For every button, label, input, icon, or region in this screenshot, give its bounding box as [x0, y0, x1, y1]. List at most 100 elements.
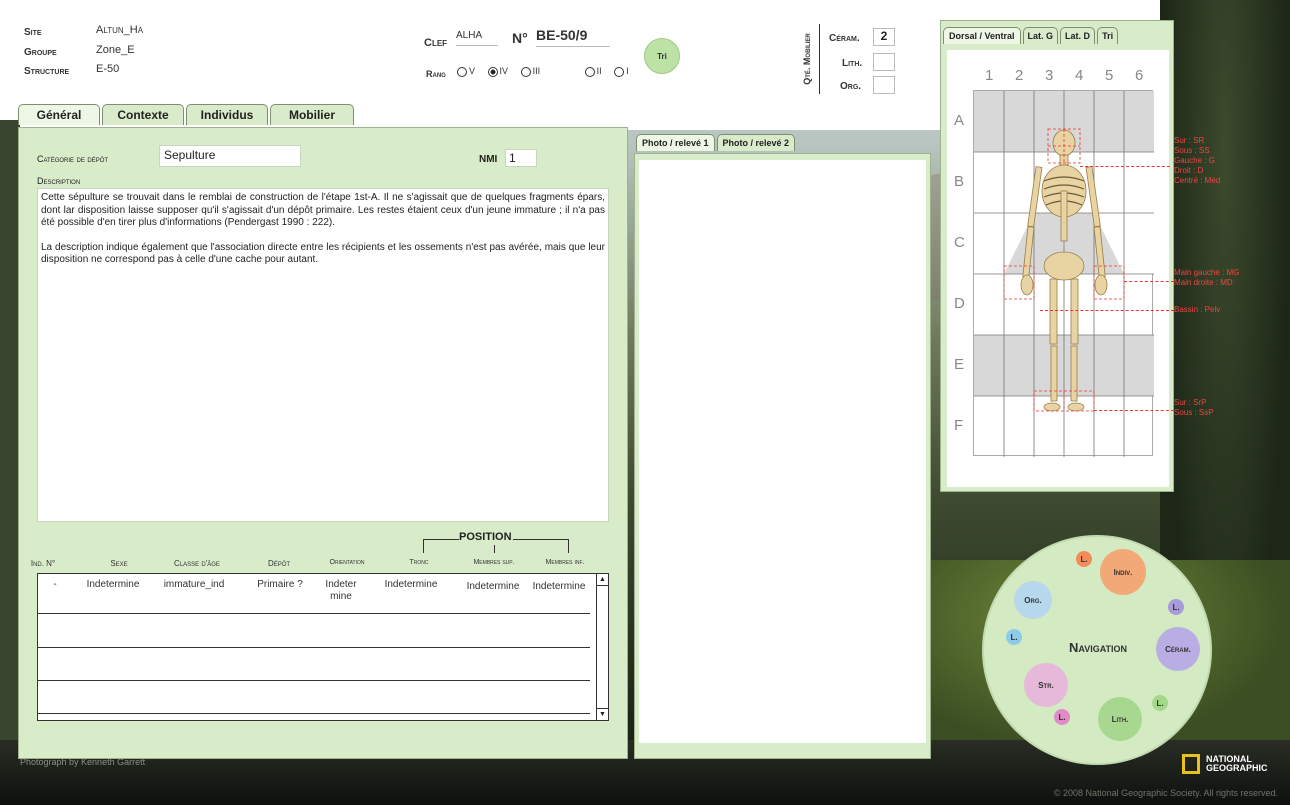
legend-leader-hands: [1124, 281, 1174, 282]
navigation-title: Navigation: [1069, 640, 1128, 655]
grid-col-3: 3: [1045, 67, 1054, 84]
individus-table-header: Ind. N° Sexe Classe d'âge Dépôt Orientat…: [19, 559, 629, 573]
individus-table: - Indetermine immature_ind Primaire ? In…: [37, 573, 609, 721]
position-bracket-left: [423, 539, 459, 553]
tab-lat-d[interactable]: Lat. D: [1060, 27, 1096, 44]
nav-org-button[interactable]: Org.: [1014, 581, 1052, 619]
nav-ceram-button[interactable]: Céram.: [1156, 627, 1200, 671]
tab-general[interactable]: Général: [18, 104, 100, 125]
scroll-up-icon[interactable]: ▲: [597, 574, 608, 586]
legend-pelvis: Bassin : Pelv: [1174, 305, 1221, 314]
grid-row-c: C: [954, 234, 965, 251]
description-field[interactable]: Cette sépulture se trouvait dans le remb…: [37, 188, 609, 522]
rang-radio-group: V IV III II I: [457, 66, 629, 77]
scroll-down-icon[interactable]: ▼: [597, 708, 608, 720]
tab-photo-2[interactable]: Photo / relevé 2: [716, 134, 796, 151]
rang-option-iii[interactable]: III: [520, 66, 540, 77]
col-classe-age: Classe d'âge: [174, 559, 220, 568]
clef-label: Clef: [424, 37, 448, 49]
legend-feet: Sur : SrP Sous : SsP: [1174, 398, 1214, 417]
col-ind-no: Ind. N°: [30, 559, 56, 568]
ceram-field[interactable]: 2: [873, 28, 895, 46]
position-bracket-right: [513, 539, 569, 553]
tab-contexte[interactable]: Contexte: [102, 104, 184, 125]
nav-l-str[interactable]: L.: [1054, 709, 1070, 725]
position-bracket-mid: [494, 545, 495, 553]
navigation-wheel: Navigation Indiv. L. Org. L. L. Céram. S…: [982, 535, 1212, 765]
rang-option-ii[interactable]: II: [584, 66, 602, 77]
legend-head: Sur : SR Sous : SS Gauche : G Droit : D Cent…: [1174, 136, 1221, 185]
nav-l-lith[interactable]: L.: [1152, 695, 1168, 711]
categorie-label: Catégorie de dépôt: [37, 154, 109, 164]
nav-str-button[interactable]: Str.: [1024, 663, 1068, 707]
skeleton-tabbar: Dorsal / Ventral Lat. G Lat. D Tri: [943, 27, 1119, 44]
grid-col-6: 6: [1135, 67, 1144, 84]
org-field[interactable]: [873, 76, 895, 94]
tab-dorsal-ventral[interactable]: Dorsal / Ventral: [943, 27, 1021, 44]
tab-photo-1[interactable]: Photo / relevé 1: [636, 134, 715, 151]
grid-col-1: 1: [985, 67, 994, 84]
nav-l-ceram[interactable]: L.: [1168, 599, 1184, 615]
nav-l-indiv[interactable]: L.: [1076, 551, 1092, 567]
nav-l-org[interactable]: L.: [1006, 629, 1022, 645]
rang-option-v[interactable]: V: [457, 66, 475, 77]
groupe-label: Groupe: [24, 47, 57, 58]
grid-row-f: F: [954, 417, 964, 434]
lith-label: Lith.: [842, 58, 863, 69]
description-paragraph-1: Cette sépulture se trouvait dans le remb…: [41, 192, 605, 228]
photo-area[interactable]: [639, 160, 926, 743]
legend-hands: Main gauche : MG Main droite : MD: [1174, 268, 1240, 287]
photo-panel: [634, 153, 931, 759]
grid-row-e: E: [954, 356, 965, 373]
grid-row-a: A: [954, 112, 965, 129]
groupe-value[interactable]: Zone_E: [96, 44, 135, 56]
categorie-field[interactable]: Sepulture: [159, 145, 301, 167]
col-depot: Dépôt: [267, 559, 291, 568]
rang-option-iv[interactable]: IV: [487, 66, 508, 77]
table-row-divider: [38, 713, 590, 714]
col-membres-sup: Membres sup.: [473, 559, 515, 566]
qte-mobilier-label: Qté. Mobilier: [802, 33, 812, 85]
col-sexe: Sexe: [110, 559, 128, 568]
site-label: Site: [24, 27, 42, 38]
qte-divider: [819, 24, 820, 94]
legend-leader-feet: [1094, 410, 1174, 411]
tab-mobilier[interactable]: Mobilier: [270, 104, 354, 125]
description-label: Description: [37, 176, 81, 186]
legend-leader-head: [1080, 166, 1170, 167]
legend-leader-pelvis: [1040, 310, 1174, 311]
table-row-divider: [38, 647, 590, 648]
grid-col-4: 4: [1075, 67, 1084, 84]
photo-tabbar: Photo / relevé 1 Photo / relevé 2: [636, 134, 796, 151]
no-field[interactable]: BE-50/9: [536, 27, 610, 47]
general-panel: Catégorie de dépôt Sepulture NMI 1 Descr…: [18, 127, 628, 759]
table-row[interactable]: - Indetermine immature_ind Primaire ? In…: [38, 574, 590, 614]
lith-field[interactable]: [873, 53, 895, 71]
grid-col-5: 5: [1105, 67, 1114, 84]
national-geographic-logo: NATIONAL GEOGRAPHIC: [1182, 754, 1268, 774]
structure-label: Structure: [24, 66, 70, 77]
grid-row-d: D: [954, 295, 965, 312]
copyright: © 2008 National Geographic Society. All …: [1053, 788, 1278, 798]
tri-button[interactable]: Tri: [644, 38, 680, 74]
table-scrollbar[interactable]: ▲ ▼: [596, 574, 608, 720]
skeleton-grid-svg: [974, 91, 1154, 457]
nav-lith-button[interactable]: Lith.: [1098, 697, 1142, 741]
description-paragraph-2: La description indique également que l'a…: [41, 241, 605, 266]
ceram-label: Céram.: [829, 33, 860, 44]
clef-field[interactable]: ALHA: [456, 28, 498, 46]
tab-lat-g[interactable]: Lat. G: [1022, 27, 1059, 44]
nmi-label: NMI: [479, 154, 498, 165]
tab-tri[interactable]: Tri: [1097, 27, 1119, 44]
site-value[interactable]: Altun_Ha: [96, 24, 143, 36]
org-label: Org.: [840, 81, 862, 92]
col-orientation: Orientation: [329, 559, 365, 566]
nmi-field[interactable]: 1: [505, 149, 537, 167]
rang-label: Rang: [426, 69, 446, 79]
rang-option-i[interactable]: I: [614, 66, 629, 77]
structure-value[interactable]: E-50: [96, 63, 119, 75]
col-membres-inf: Membres inf.: [545, 559, 585, 566]
nav-indiv-button[interactable]: Indiv.: [1100, 549, 1146, 595]
position-header: POSITION: [459, 531, 512, 543]
tab-individus[interactable]: Individus: [186, 104, 268, 125]
